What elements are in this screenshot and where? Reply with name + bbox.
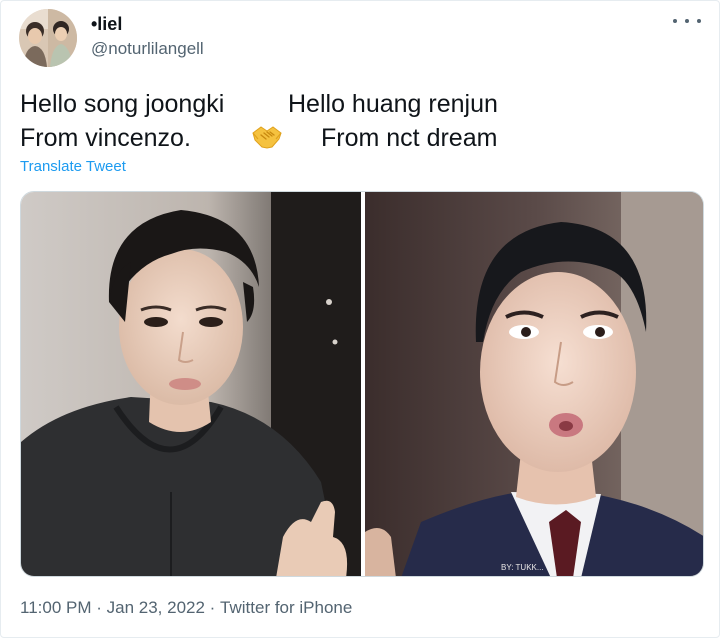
- user-names: •liel @noturlilangell: [91, 13, 204, 60]
- media-watermark: BY: TUKK...: [501, 563, 544, 572]
- translate-tweet-link[interactable]: Translate Tweet: [20, 158, 126, 175]
- more-icon: [673, 19, 677, 23]
- more-options-button[interactable]: [673, 11, 701, 31]
- handshake-icon: [252, 126, 282, 149]
- avatar[interactable]: [19, 9, 77, 67]
- tweet-header: •liel @noturlilangell: [19, 9, 204, 67]
- tweet-source[interactable]: Twitter for iPhone: [220, 598, 352, 618]
- avatar-image: [19, 9, 77, 67]
- tweet-footer: 11:00 PM · Jan 23, 2022 · Twitter for iP…: [20, 598, 352, 618]
- display-name[interactable]: •liel: [91, 13, 204, 35]
- tweet-line-1-right: Hello huang renjun: [288, 90, 498, 118]
- tweet-line-2-right: From nct dream: [321, 124, 498, 152]
- more-icon-dot: [685, 19, 689, 23]
- footer-separator: ·: [204, 598, 221, 617]
- media-photo: BY: TUKK...: [21, 192, 703, 576]
- user-handle[interactable]: @noturlilangell: [91, 38, 204, 60]
- tweet-media[interactable]: BY: TUKK...: [20, 191, 704, 577]
- tweet-card: •liel @noturlilangell Hello song joongki…: [0, 0, 720, 638]
- tweet-line-1-left: Hello song joongki: [20, 90, 225, 118]
- footer-separator: ·: [91, 598, 107, 617]
- tweet-line-2-left: From vincenzo.: [20, 124, 191, 152]
- more-icon-dot: [697, 19, 701, 23]
- tweet-time[interactable]: 11:00 PM: [20, 598, 92, 618]
- tweet-date[interactable]: Jan 23, 2022: [107, 598, 205, 618]
